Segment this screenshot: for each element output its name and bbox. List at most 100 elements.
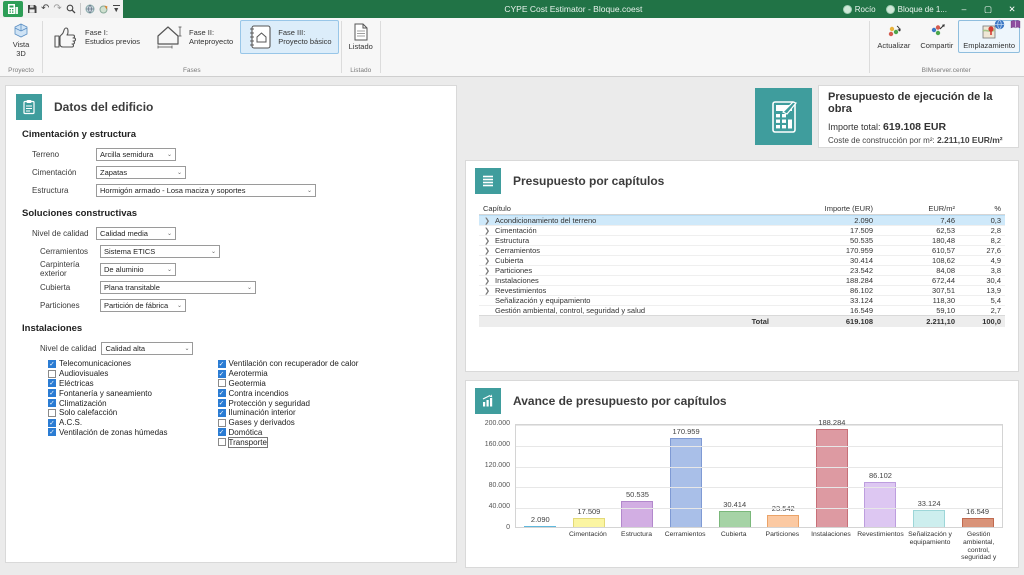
cell-eur-m2: 118,30	[932, 296, 955, 305]
user-chip[interactable]: Rocío	[838, 4, 881, 14]
customize-toolbar-caret-icon[interactable]: ▼	[112, 4, 120, 14]
cerramientos-select[interactable]: Sistema ETICS ⌄	[100, 244, 220, 258]
checkbox-a-c-s[interactable]: ✓ A.C.S.	[48, 418, 168, 428]
table-row[interactable]: ❯ Revestimientos 86.102 307,51 13,9	[479, 285, 1005, 295]
close-button[interactable]: ✕	[1000, 0, 1024, 18]
unchecked-checkbox-icon[interactable]	[48, 369, 56, 378]
expand-chevron-icon[interactable]: ❯	[483, 217, 491, 225]
aerotermia-label: Aerotermia	[228, 369, 268, 379]
estructura-select[interactable]: Hormigón armado - Losa maciza y soportes…	[96, 183, 316, 197]
table-row[interactable]: ❯ Estructura 50.535 180,48 8,2	[479, 235, 1005, 245]
unchecked-checkbox-icon[interactable]	[217, 438, 226, 447]
app-icon[interactable]	[3, 1, 23, 17]
checkbox-aerotermia[interactable]: ✓ Aerotermia	[217, 369, 359, 379]
table-row[interactable]: ❯ Cimentación 17.509 62,53 2,8	[479, 225, 1005, 235]
expand-chevron-icon[interactable]: ❯	[483, 257, 491, 265]
help-book-icon[interactable]	[1010, 19, 1021, 30]
x-category-label: Instalaciones	[811, 531, 851, 538]
table-row[interactable]: Señalización y equipamiento 33.124 118,30 5…	[479, 295, 1005, 305]
form-row-carpinteria-exterior: Carpintería exterior De aluminio ⌄	[40, 260, 446, 278]
checkbox-ventilacion-de-zonas-humedas[interactable]: ✓ Ventilación de zonas húmedas	[48, 428, 168, 438]
checked-checkbox-icon[interactable]: ✓	[48, 399, 56, 408]
actualizar-button[interactable]: Actualizar	[872, 20, 915, 53]
undo-icon[interactable]: ↶	[41, 1, 49, 17]
thumb-up-icon	[52, 24, 80, 50]
fase-2-label: Fase II: Anteproyecto	[189, 27, 234, 46]
expand-chevron-icon[interactable]: ❯	[483, 237, 491, 245]
actualizar-label: Actualizar	[877, 41, 911, 50]
cell-eur-m2: 84,08	[936, 266, 955, 275]
unchecked-checkbox-icon[interactable]	[217, 418, 226, 427]
expand-chevron-icon[interactable]: ❯	[483, 247, 491, 255]
budget-summary-box: Presupuesto de ejecución de la obra Impo…	[818, 85, 1019, 148]
table-row[interactable]: ❯ Acondicionamiento del terreno 2.090 7,46 0…	[479, 215, 1005, 225]
expand-chevron-icon[interactable]: ❯	[483, 227, 491, 235]
checkbox-proteccion-y-seguridad[interactable]: ✓ Protección y seguridad	[217, 398, 359, 408]
checkbox-solo-calefaccion[interactable]: Solo calefacción	[48, 408, 168, 418]
checked-checkbox-icon[interactable]: ✓	[48, 379, 56, 388]
expand-chevron-icon[interactable]: ❯	[483, 267, 491, 275]
project-chip[interactable]: Bloque de 1...	[881, 4, 952, 14]
redo-icon[interactable]: ↷	[53, 1, 61, 17]
checkbox-iluminacion-interior[interactable]: ✓ Iluminación interior	[217, 408, 359, 418]
checked-checkbox-icon[interactable]: ✓	[217, 359, 226, 368]
instalaciones-nivel-select[interactable]: Calidad alta ⌄	[101, 341, 194, 355]
web-globe-icon[interactable]	[85, 4, 95, 14]
cell-chapter: Señalización y equipamiento	[479, 296, 779, 305]
table-row[interactable]: ❯ Cerramientos 170.959 610,57 27,6	[479, 245, 1005, 255]
checkbox-telecomunicaciones[interactable]: ✓ Telecomunicaciones	[48, 359, 168, 369]
table-row[interactable]: ❯ Particiones 23.542 84,08 3,8	[479, 265, 1005, 275]
fase-3-button[interactable]: Fase III: Proyecto básico	[240, 20, 339, 54]
terreno-select[interactable]: Arcilla semidura ⌄	[96, 147, 176, 161]
x-category-label: Cerramientos	[664, 531, 706, 538]
chart-bar-slot: 188.284	[808, 418, 857, 527]
audiovisuales-label: Audiovisuales	[59, 369, 109, 379]
checkbox-audiovisuales[interactable]: Audiovisuales	[48, 369, 168, 379]
zoom-search-icon[interactable]	[66, 4, 76, 14]
fase-2-button[interactable]: Fase II: Anteproyecto	[147, 20, 240, 54]
user-name: Rocío	[854, 4, 876, 14]
particiones-select[interactable]: Partición de fábrica ⌄	[100, 298, 186, 312]
compartir-button[interactable]: Compartir	[915, 20, 958, 53]
checkbox-electricas[interactable]: ✓ Eléctricas	[48, 379, 168, 389]
checked-checkbox-icon[interactable]: ✓	[48, 389, 56, 398]
checked-checkbox-icon[interactable]: ✓	[48, 428, 56, 437]
y-tick-label: 80.000	[488, 482, 510, 490]
table-row[interactable]: ❯ Cubierta 30.414 108,62 4,9	[479, 255, 1005, 265]
checkbox-domotica[interactable]: ✓ Domótica	[217, 428, 359, 438]
carpinteria-exterior-select[interactable]: De aluminio ⌄	[100, 262, 176, 276]
expand-chevron-icon[interactable]: ❯	[483, 277, 491, 285]
save-icon[interactable]	[27, 4, 37, 14]
expand-chevron-icon[interactable]: ❯	[483, 287, 491, 295]
checkbox-gases-y-derivados[interactable]: Gases y derivados	[217, 418, 359, 428]
checkbox-transporte[interactable]: Transporte	[217, 436, 359, 448]
minimize-button[interactable]: –	[952, 0, 976, 18]
unchecked-checkbox-icon[interactable]	[48, 408, 56, 417]
table-row[interactable]: ❯ Instalaciones 188.284 672,44 30,4	[479, 275, 1005, 285]
cell-chapter: ❯ Instalaciones	[479, 276, 779, 285]
web-sync-icon[interactable]	[99, 4, 109, 14]
vista-3d-button[interactable]: Vista 3D	[2, 20, 40, 62]
nivel-de-calidad-select[interactable]: Calidad media ⌄	[96, 226, 176, 240]
checkbox-fontaneria-y-saneamiento[interactable]: ✓ Fontanería y saneamiento	[48, 388, 168, 398]
checkbox-ventilacion-con-recuperador-de-calor[interactable]: ✓ Ventilación con recuperador de calor	[217, 359, 358, 369]
listado-button[interactable]: Listado	[344, 20, 378, 54]
checked-checkbox-icon[interactable]: ✓	[48, 418, 56, 427]
checked-checkbox-icon[interactable]: ✓	[217, 408, 226, 417]
online-globe-icon[interactable]	[994, 19, 1005, 30]
cimentacion-select[interactable]: Zapatas ⌄	[96, 165, 186, 179]
checkbox-climatizacion[interactable]: ✓ Climatización	[48, 398, 168, 408]
unchecked-checkbox-icon[interactable]	[217, 379, 226, 388]
fase-1-button[interactable]: Fase I: Estudios previos	[45, 20, 147, 54]
checkbox-geotermia[interactable]: Geotermia	[217, 379, 359, 389]
cubierta-select[interactable]: Plana transitable ⌄	[100, 280, 256, 294]
checked-checkbox-icon[interactable]: ✓	[217, 428, 226, 437]
table-row[interactable]: Gestión ambiental, control, seguridad y …	[479, 305, 1005, 315]
checked-checkbox-icon[interactable]: ✓	[217, 399, 226, 408]
cube-3d-icon	[12, 23, 30, 39]
checked-checkbox-icon[interactable]: ✓	[217, 389, 226, 398]
checked-checkbox-icon[interactable]: ✓	[48, 359, 56, 368]
checked-checkbox-icon[interactable]: ✓	[217, 369, 226, 378]
maximize-button[interactable]: ▢	[976, 0, 1000, 18]
checkbox-contra-incendios[interactable]: ✓ Contra incendios	[217, 388, 359, 398]
